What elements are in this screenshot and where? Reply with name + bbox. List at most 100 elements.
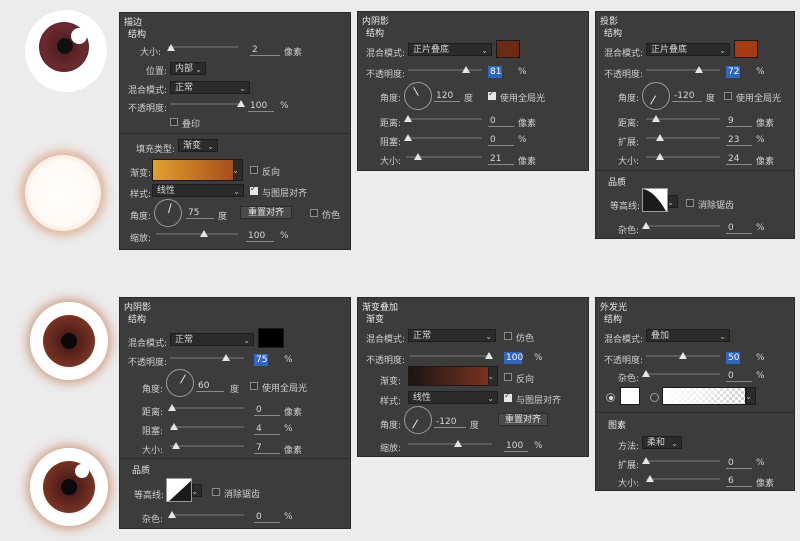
glow-gradient-swatch[interactable] xyxy=(662,387,746,405)
dither-checkbox[interactable] xyxy=(504,332,512,340)
noise-slider-handle[interactable] xyxy=(642,222,650,229)
opacity-slider-handle[interactable] xyxy=(237,100,245,107)
spread-slider-handle[interactable] xyxy=(642,457,650,464)
angle-dial-icon[interactable] xyxy=(154,199,182,227)
opacity-input[interactable]: 81 xyxy=(488,66,502,78)
size-slider-handle[interactable] xyxy=(656,153,664,160)
distance-slider-handle[interactable] xyxy=(168,404,176,411)
angle-dial-icon[interactable] xyxy=(642,82,670,110)
position-dropdown[interactable]: 内部 ⌄ xyxy=(170,62,206,75)
opacity-slider-handle[interactable] xyxy=(222,354,230,361)
choke-input[interactable]: 0 xyxy=(488,134,514,146)
opacity-slider-handle[interactable] xyxy=(485,352,493,359)
reverse-checkbox[interactable] xyxy=(250,166,258,174)
opacity-input[interactable]: 100 xyxy=(504,352,523,364)
distance-input[interactable]: 0 xyxy=(488,115,514,127)
shadow-color-swatch[interactable] xyxy=(734,40,758,58)
antialias-checkbox[interactable] xyxy=(212,488,220,496)
noise-slider-handle[interactable] xyxy=(168,511,176,518)
solid-color-radio[interactable] xyxy=(606,393,615,402)
style-dropdown[interactable]: 线性 ⌄ xyxy=(408,391,498,404)
scale-input[interactable]: 100 xyxy=(246,230,274,242)
angle-dial-icon[interactable] xyxy=(404,82,432,110)
overprint-checkbox[interactable] xyxy=(170,118,178,126)
noise-input[interactable]: 0 xyxy=(726,222,752,234)
scale-slider-handle[interactable] xyxy=(200,230,208,237)
spread-slider[interactable] xyxy=(646,460,720,462)
angle-dial-icon[interactable] xyxy=(166,369,194,397)
blend-mode-dropdown[interactable]: 叠加 ⌄ xyxy=(646,329,730,342)
noise-slider-handle[interactable] xyxy=(642,370,650,377)
shadow-color-swatch[interactable] xyxy=(496,40,520,58)
noise-input[interactable]: 0 xyxy=(254,511,280,523)
contour-dropdown[interactable]: ⌄ xyxy=(191,484,202,497)
size-slider-handle[interactable] xyxy=(172,442,180,449)
distance-input[interactable]: 0 xyxy=(254,404,280,416)
blend-mode-dropdown[interactable]: 正常 ⌄ xyxy=(170,81,250,94)
technique-dropdown[interactable]: 柔和 ⌄ xyxy=(642,436,682,449)
spread-input[interactable]: 23 xyxy=(726,134,752,146)
size-slider[interactable] xyxy=(170,445,244,447)
contour-dropdown[interactable]: ⌄ xyxy=(667,195,678,208)
distance-input[interactable]: 9 xyxy=(726,115,752,127)
opacity-slider-handle[interactable] xyxy=(695,66,703,73)
noise-input[interactable]: 0 xyxy=(726,370,752,382)
reset-align-button[interactable]: 重置对齐 xyxy=(240,206,292,219)
blend-mode-dropdown[interactable]: 正片叠底 ⌄ xyxy=(646,43,730,56)
angle-dial-icon[interactable] xyxy=(404,406,432,434)
opacity-input[interactable]: 75 xyxy=(254,354,268,366)
glow-color-swatch[interactable] xyxy=(620,387,640,405)
opacity-slider[interactable] xyxy=(646,69,720,71)
distance-slider-handle[interactable] xyxy=(652,115,660,122)
reverse-checkbox[interactable] xyxy=(504,373,512,381)
glow-gradient-dropdown[interactable]: ⌄ xyxy=(745,387,756,405)
choke-slider-handle[interactable] xyxy=(170,423,178,430)
scale-slider[interactable] xyxy=(408,443,492,445)
opacity-slider[interactable] xyxy=(170,357,244,359)
opacity-slider[interactable] xyxy=(408,69,482,71)
scale-input[interactable]: 100 xyxy=(504,440,528,452)
align-with-layer-checkbox[interactable] xyxy=(504,391,512,402)
align-with-layer-checkbox[interactable] xyxy=(250,184,258,195)
distance-slider[interactable] xyxy=(406,118,482,120)
gradient-dropdown[interactable]: ⌄ xyxy=(487,366,498,386)
gradient-swatch[interactable] xyxy=(408,366,490,386)
angle-input[interactable]: 75 xyxy=(186,207,214,219)
opacity-slider[interactable] xyxy=(410,355,490,357)
gradient-radio[interactable] xyxy=(650,393,659,402)
scale-slider-handle[interactable] xyxy=(454,440,462,447)
distance-slider[interactable] xyxy=(170,407,244,409)
choke-slider[interactable] xyxy=(406,137,482,139)
noise-slider[interactable] xyxy=(646,225,720,227)
size-input[interactable]: 21 xyxy=(488,153,514,165)
size-input[interactable]: 24 xyxy=(726,153,752,165)
global-light-checkbox[interactable] xyxy=(724,92,732,100)
size-input[interactable]: 6 xyxy=(726,475,752,487)
blend-mode-dropdown[interactable]: 正片叠底 ⌄ xyxy=(408,43,492,56)
antialias-checkbox[interactable] xyxy=(686,199,694,207)
angle-input[interactable]: 120 xyxy=(434,90,460,102)
size-slider-handle[interactable] xyxy=(414,153,422,160)
size-slider-handle[interactable] xyxy=(646,475,654,482)
opacity-input[interactable]: 50 xyxy=(726,352,740,364)
spread-input[interactable]: 0 xyxy=(726,457,752,469)
gradient-dropdown[interactable]: ⌄ xyxy=(232,159,243,181)
choke-input[interactable]: 4 xyxy=(254,423,280,435)
noise-slider[interactable] xyxy=(170,514,244,516)
contour-icon[interactable] xyxy=(642,188,668,212)
distance-slider-handle[interactable] xyxy=(404,115,412,122)
choke-slider-handle[interactable] xyxy=(404,134,412,141)
size-slider[interactable] xyxy=(168,46,238,48)
gradient-swatch[interactable] xyxy=(152,159,234,181)
shadow-color-swatch[interactable] xyxy=(258,328,284,348)
angle-input[interactable]: -120 xyxy=(434,416,466,428)
choke-slider[interactable] xyxy=(170,426,244,428)
reset-align-button[interactable]: 重置对齐 xyxy=(498,413,548,426)
opacity-input[interactable]: 100 xyxy=(248,100,274,112)
blend-mode-dropdown[interactable]: 正常 ⌄ xyxy=(170,333,254,346)
opacity-slider-handle[interactable] xyxy=(679,352,687,359)
blend-mode-dropdown[interactable]: 正常 ⌄ xyxy=(408,329,496,342)
noise-slider[interactable] xyxy=(646,373,720,375)
style-dropdown[interactable]: 线性 ⌄ xyxy=(152,184,244,197)
opacity-slider-handle[interactable] xyxy=(462,66,470,73)
